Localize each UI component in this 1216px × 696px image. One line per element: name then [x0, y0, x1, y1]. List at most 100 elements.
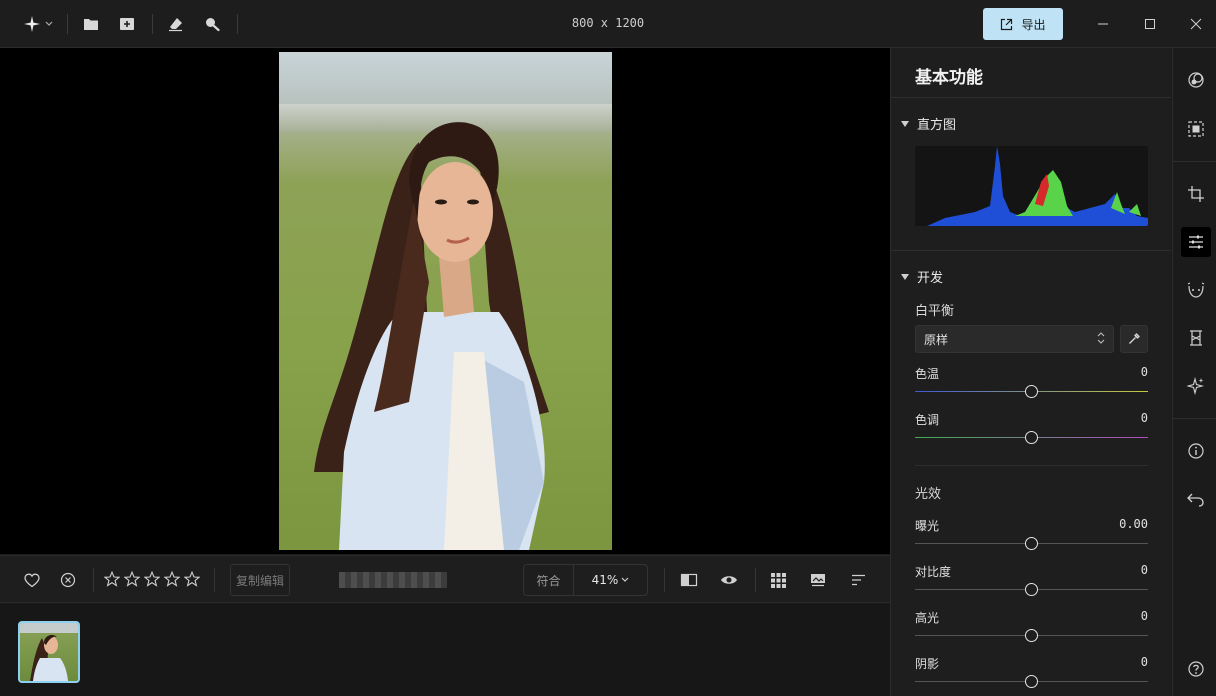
- white-balance-select[interactable]: 原样: [915, 325, 1114, 353]
- contrast-slider[interactable]: 对比度 0: [915, 563, 1148, 603]
- image-canvas[interactable]: [0, 48, 890, 554]
- eraser-button[interactable]: [164, 12, 188, 36]
- tint-value[interactable]: 0: [1141, 411, 1148, 425]
- star-icon[interactable]: [124, 571, 140, 587]
- ai-enhance-button[interactable]: [1181, 371, 1211, 401]
- minimize-button[interactable]: [1091, 12, 1115, 36]
- structure-tool-button[interactable]: [1181, 323, 1211, 353]
- star-icon[interactable]: [104, 571, 120, 587]
- highlights-value[interactable]: 0: [1141, 609, 1148, 623]
- maximize-button[interactable]: [1138, 12, 1162, 36]
- contrast-handle[interactable]: [1025, 583, 1038, 596]
- selection-icon: [1188, 121, 1204, 137]
- tint-slider[interactable]: 色调 0: [915, 411, 1148, 451]
- undo-icon: [1187, 493, 1204, 507]
- undo-history-button[interactable]: [1181, 485, 1211, 515]
- app-logo-menu-button[interactable]: [20, 12, 44, 36]
- shadows-value[interactable]: 0: [1141, 655, 1148, 669]
- export-label: 导出: [1021, 17, 1046, 32]
- star-icon[interactable]: [184, 571, 200, 587]
- zoom-control: 符合 41%: [523, 564, 648, 596]
- thumbnail-selected[interactable]: [18, 621, 80, 683]
- chevron-down-icon: [621, 577, 629, 582]
- shadows-slider[interactable]: 阴影 0: [915, 655, 1148, 695]
- exposure-slider[interactable]: 曝光 0.00: [915, 517, 1148, 557]
- highlights-slider[interactable]: 高光 0: [915, 609, 1148, 649]
- search-button[interactable]: [200, 12, 224, 36]
- face-retouch-icon: [1187, 282, 1205, 298]
- contrast-label: 对比度: [915, 565, 952, 579]
- close-button[interactable]: [1184, 12, 1208, 36]
- export-icon: [1001, 18, 1013, 30]
- help-button[interactable]: [1181, 654, 1211, 684]
- eyedropper-button[interactable]: [1120, 325, 1148, 353]
- grid-view-button[interactable]: [766, 568, 790, 592]
- tool-sidebar: [1172, 48, 1216, 696]
- sort-icon: [851, 574, 865, 586]
- divider: [891, 250, 1171, 251]
- filmstrip: [0, 604, 890, 696]
- adjustments-panel: 基本功能 直方图 开发 白平衡 原样 色温 0 色调 0 光效 曝光 0.00 …: [890, 48, 1171, 696]
- develop-section-toggle[interactable]: 开发: [901, 267, 943, 286]
- white-balance-value: 原样: [924, 332, 949, 347]
- highlights-handle[interactable]: [1025, 629, 1038, 642]
- divider: [1173, 161, 1216, 162]
- crop-tool-button[interactable]: [1181, 179, 1211, 209]
- contrast-value[interactable]: 0: [1141, 563, 1148, 577]
- exposure-handle[interactable]: [1025, 537, 1038, 550]
- eyedropper-icon: [1129, 333, 1140, 344]
- shadows-handle[interactable]: [1025, 675, 1038, 688]
- filename-redacted: [339, 572, 447, 588]
- zoom-level-dropdown[interactable]: 41%: [574, 565, 647, 595]
- star-icon[interactable]: [164, 571, 180, 587]
- panel-title: 基本功能: [915, 68, 983, 88]
- temperature-value[interactable]: 0: [1141, 365, 1148, 379]
- photo-preview: [279, 52, 612, 550]
- portrait-tool-button[interactable]: [1181, 275, 1211, 305]
- temperature-slider[interactable]: 色温 0: [915, 365, 1148, 405]
- crop-icon: [1188, 186, 1204, 202]
- divider: [1173, 418, 1216, 419]
- divider: [891, 97, 1171, 98]
- divider: [915, 465, 1148, 466]
- sort-button[interactable]: [846, 568, 870, 592]
- info-icon: [1188, 443, 1204, 459]
- sparkle-icon: [24, 16, 40, 32]
- zoom-level: 41%: [591, 573, 619, 587]
- info-button[interactable]: [1181, 436, 1211, 466]
- compare-icon: [680, 573, 698, 587]
- grid-icon: [770, 572, 786, 588]
- divider: [214, 568, 215, 592]
- compare-button[interactable]: [677, 568, 701, 592]
- open-folder-button[interactable]: [79, 12, 103, 36]
- presets-tool-button[interactable]: [1181, 65, 1211, 95]
- exposure-value[interactable]: 0.00: [1119, 517, 1148, 531]
- filmstrip-view-button[interactable]: [806, 568, 830, 592]
- add-image-button[interactable]: [115, 12, 139, 36]
- copy-edits-button[interactable]: 复制编辑: [230, 564, 290, 596]
- select-subject-button[interactable]: [1181, 114, 1211, 144]
- caret-down-icon: [901, 120, 909, 127]
- star-icon[interactable]: [144, 571, 160, 587]
- chevron-down-icon[interactable]: [42, 12, 56, 36]
- divider: [152, 14, 153, 34]
- sparkle-icon: [1187, 377, 1205, 395]
- divider: [67, 14, 68, 34]
- reject-button[interactable]: [56, 568, 80, 592]
- divider: [93, 568, 94, 592]
- exposure-label: 曝光: [915, 519, 940, 533]
- favorite-button[interactable]: [20, 568, 44, 592]
- star-rating: [104, 571, 200, 587]
- temperature-handle[interactable]: [1025, 385, 1038, 398]
- zoom-fit-button[interactable]: 符合: [524, 565, 574, 595]
- tint-handle[interactable]: [1025, 431, 1038, 444]
- preview-toggle-button[interactable]: [717, 568, 741, 592]
- temperature-label: 色温: [915, 367, 940, 381]
- bottom-toolbar: 复制编辑 符合 41%: [0, 555, 890, 603]
- help-icon: [1188, 661, 1204, 677]
- histogram-section-toggle[interactable]: 直方图: [901, 114, 956, 133]
- building-icon: [1190, 330, 1202, 346]
- export-button[interactable]: 导出: [983, 8, 1063, 40]
- tint-label: 色调: [915, 413, 940, 427]
- adjust-tool-button[interactable]: [1181, 227, 1211, 257]
